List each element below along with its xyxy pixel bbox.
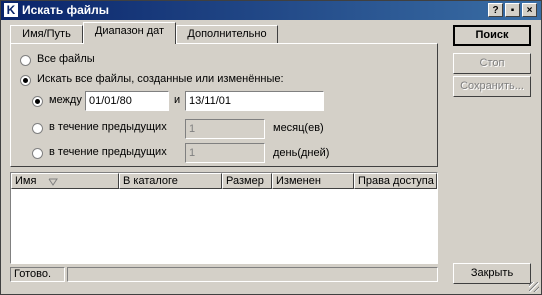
status-detail: [67, 267, 438, 282]
window-title: Искать файлы: [22, 3, 109, 17]
prev-months-label[interactable]: в течение предыдущих: [49, 121, 167, 133]
search-button[interactable]: Поиск: [453, 25, 531, 46]
between-radio[interactable]: [32, 96, 43, 107]
and-label: и: [174, 94, 181, 106]
all-files-label[interactable]: Все файлы: [37, 53, 95, 65]
prev-days-label[interactable]: в течение предыдущих: [49, 146, 167, 158]
all-files-radio[interactable]: [20, 55, 31, 66]
column-header-name[interactable]: Имя: [11, 173, 119, 189]
date-to-input[interactable]: 13/11/01: [185, 91, 324, 111]
tab-date-range[interactable]: Диапазон дат: [83, 22, 176, 44]
find-files-window: K Искать файлы ? ▪ × Имя/Путь Диапазон д…: [0, 0, 542, 295]
find-modified-radio[interactable]: [20, 75, 31, 86]
column-header-size[interactable]: Размер: [222, 173, 272, 189]
tab-advanced[interactable]: Дополнительно: [176, 25, 278, 43]
stop-button[interactable]: Стоп: [453, 53, 531, 74]
find-modified-label[interactable]: Искать все файлы, созданные или изменённ…: [37, 73, 284, 85]
save-button[interactable]: Сохранить...: [453, 76, 531, 97]
close-button[interactable]: Закрыть: [453, 263, 531, 284]
help-button[interactable]: ?: [488, 3, 503, 17]
column-name-label: Имя: [15, 175, 37, 187]
app-logo-icon: K: [4, 3, 18, 17]
months-input[interactable]: 1: [185, 119, 265, 139]
tab-name-path[interactable]: Имя/Путь: [10, 25, 83, 43]
prev-days-radio[interactable]: [32, 148, 43, 159]
status-text: Готово.: [10, 267, 65, 282]
months-unit-label: месяц(ев): [273, 122, 324, 134]
resize-grip-icon[interactable]: [529, 282, 539, 292]
between-label[interactable]: между: [49, 94, 82, 106]
days-unit-label: день(дней): [273, 147, 330, 159]
column-header-folder[interactable]: В каталоге: [119, 173, 222, 189]
column-header-modified[interactable]: Изменен: [272, 173, 354, 189]
column-header-permissions[interactable]: Права доступа: [354, 173, 437, 189]
sort-indicator-icon: [48, 178, 58, 186]
title-bar[interactable]: K Искать файлы ? ▪ ×: [1, 1, 541, 20]
minimize-button[interactable]: ▪: [505, 3, 520, 17]
days-input[interactable]: 1: [185, 143, 265, 163]
date-range-panel: Все файлы Искать все файлы, созданные ил…: [10, 43, 438, 167]
close-window-button[interactable]: ×: [522, 3, 537, 17]
prev-months-radio[interactable]: [32, 123, 43, 134]
date-from-input[interactable]: 01/01/80: [85, 91, 169, 111]
results-list[interactable]: Имя В каталоге Размер Изменен Права дост…: [10, 172, 438, 264]
